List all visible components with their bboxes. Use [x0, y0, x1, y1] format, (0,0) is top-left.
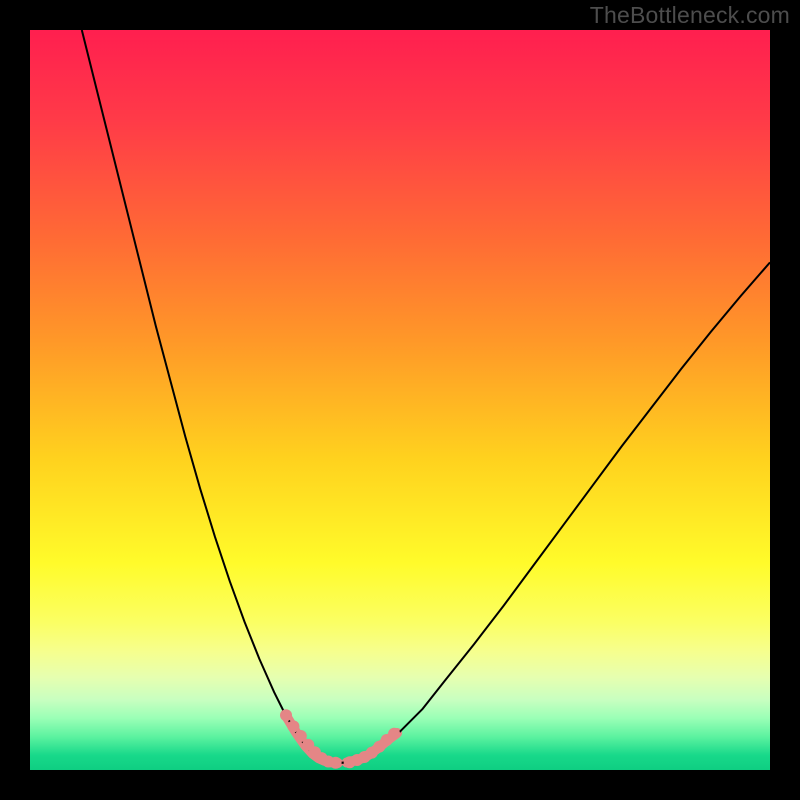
watermark-text: TheBottleneck.com — [590, 2, 790, 29]
chart-stage: TheBottleneck.com — [0, 0, 800, 800]
left-pink-dots — [287, 720, 299, 732]
curves-layer — [30, 30, 770, 770]
left-pink-dots — [280, 709, 292, 721]
right-pink-dots — [388, 728, 400, 740]
right-curve — [370, 262, 770, 753]
left-curve — [82, 30, 313, 754]
plot-area — [30, 30, 770, 770]
left-pink-dots — [330, 757, 342, 769]
